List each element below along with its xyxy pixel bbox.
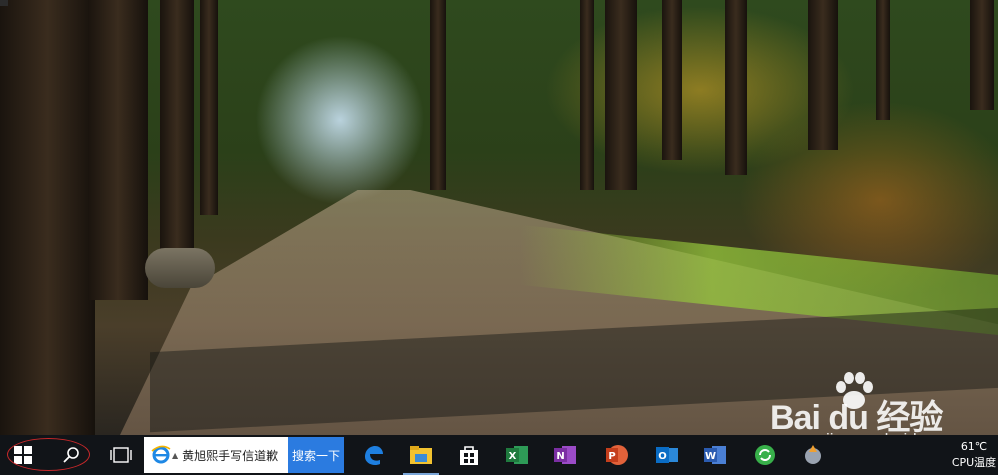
wallpaper-tree (0, 0, 95, 435)
cpu-temperature-tray[interactable]: 61℃ CPU温度 (950, 436, 998, 474)
taskbar-app-outlook[interactable]: O (643, 435, 691, 475)
store-icon (460, 446, 478, 465)
taskbar-app-store[interactable] (445, 435, 493, 475)
desktop-corner-mark (0, 0, 8, 6)
taskbar-app-excel[interactable]: X (493, 435, 541, 475)
wallpaper-tree (200, 0, 218, 215)
taskbar-app-10[interactable] (789, 435, 837, 475)
search-engine-dropdown-icon[interactable]: ▲ (172, 451, 178, 460)
taskbar-app-file-explorer[interactable] (397, 435, 445, 475)
search-icon (63, 447, 79, 463)
wallpaper-log (145, 248, 215, 288)
wallpaper-tree (430, 0, 446, 190)
edge-icon (365, 446, 383, 466)
svg-text:W: W (705, 451, 716, 462)
folder-icon (410, 446, 432, 464)
taskbar-app-edge[interactable] (349, 435, 397, 475)
green-refresh-icon (755, 445, 775, 465)
wallpaper-tree (580, 0, 594, 190)
search-input[interactable] (182, 448, 288, 462)
outlook-icon: O (656, 447, 678, 463)
wallpaper-tree (88, 0, 148, 300)
svg-text:N: N (556, 451, 564, 462)
word-icon: W (704, 446, 726, 464)
taskbar-app-onenote[interactable]: N (541, 435, 589, 475)
onenote-icon: N (554, 446, 576, 464)
wallpaper-tree (725, 0, 747, 175)
svg-text:P: P (608, 451, 615, 462)
search-button[interactable] (48, 435, 94, 475)
taskbar-app-powerpoint[interactable]: P (593, 435, 641, 475)
powerpoint-icon: P (606, 445, 628, 465)
wallpaper-tree (605, 0, 637, 190)
wallpaper-tree (808, 0, 838, 150)
app-icon (805, 445, 821, 464)
web-search-box[interactable]: ▲ (144, 437, 288, 473)
wallpaper-tree (970, 0, 994, 110)
task-view-icon (110, 447, 132, 463)
wallpaper-tree (662, 0, 682, 160)
svg-text:X: X (509, 451, 517, 462)
taskbar-app-word[interactable]: W (691, 435, 739, 475)
windows-logo-icon (14, 446, 32, 464)
svg-text:O: O (658, 451, 667, 462)
start-button[interactable] (0, 435, 46, 475)
wallpaper-tree (876, 0, 890, 120)
cpu-temperature-value: 61℃ (960, 440, 988, 453)
search-submit-button[interactable]: 搜索一下 (288, 437, 344, 473)
cpu-temperature-label: CPU温度 (951, 456, 997, 469)
task-view-button[interactable] (98, 435, 144, 475)
excel-icon: X (506, 446, 528, 464)
taskbar-app-sync[interactable] (741, 435, 789, 475)
wallpaper-tree (160, 0, 194, 250)
